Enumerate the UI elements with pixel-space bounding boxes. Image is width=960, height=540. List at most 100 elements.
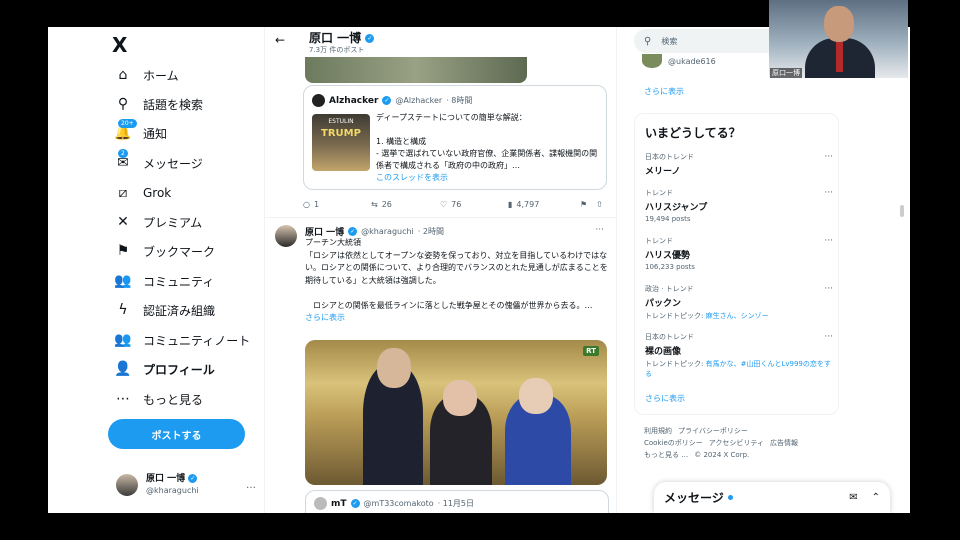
- sidebar-item-home[interactable]: ⌂ ホーム: [112, 63, 179, 87]
- trend-meta: 19,494 posts: [645, 215, 833, 223]
- sidebar-item-x-premium[interactable]: ✕ プレミアム: [112, 210, 202, 234]
- messages-drawer[interactable]: メッセージ ✉ ⌃: [654, 482, 890, 513]
- trend-more-icon[interactable]: ···: [824, 236, 833, 246]
- verified-badge-icon: ✓: [365, 34, 375, 43]
- notification-badge: 2: [118, 149, 128, 158]
- repost-count: 26: [381, 200, 392, 209]
- sidebar-item-label: 認証済み組織: [143, 303, 216, 318]
- sidebar-item-label: 話題を検索: [143, 97, 204, 112]
- person-face: [519, 378, 553, 414]
- trend-more-icon[interactable]: ···: [824, 152, 833, 162]
- repost-icon: ⇆: [371, 200, 378, 209]
- book-cover-image: ESTULIN TRUMP: [312, 114, 370, 171]
- rt-logo: RT: [583, 346, 599, 356]
- footer-link[interactable]: プライバシーポリシー: [678, 427, 748, 435]
- footer-link[interactable]: 広告情報: [770, 439, 798, 447]
- trend-item[interactable]: トレンド ハリスジャンプ 19,494 posts ···: [645, 188, 833, 223]
- post-actions: ○ 1 ⇆ 26 ♡ 76 ▮ 4,797 ⚑ ⇧: [303, 200, 607, 209]
- sidebar-item-bookmark[interactable]: ⚑ ブックマーク: [112, 239, 215, 263]
- show-thread-link[interactable]: このスレッドを表示: [376, 173, 448, 182]
- trend-context: 日本のトレンド: [645, 333, 694, 341]
- notification-badge: 20+: [118, 119, 137, 128]
- post-more-icon[interactable]: ···: [595, 225, 604, 235]
- show-more-link[interactable]: さらに表示: [305, 313, 345, 322]
- x-logo-icon[interactable]: X: [112, 33, 127, 57]
- verified-badge-icon: ✓: [350, 499, 360, 508]
- profile-icon: 👤: [114, 361, 132, 377]
- quoted-post[interactable]: mT ✓ @mT33comakoto · 11月5日: [305, 490, 609, 513]
- trend-more-icon[interactable]: ···: [824, 188, 833, 198]
- quoted-post[interactable]: Alzhacker ✓ @Alzhacker · 8時間 ESTULIN TRU…: [303, 85, 607, 190]
- profile-header: ← 原口 一博 ✓ 7.3万 件のポスト: [265, 27, 616, 57]
- timeline-column: ← 原口 一博 ✓ 7.3万 件のポスト Alzhacker ✓ @Alzhac…: [264, 27, 617, 513]
- trend-meta: トレンドトピック: 有馬かな、#山田くんとLv999の恋をする: [645, 359, 833, 379]
- communities-icon: 👥: [114, 273, 132, 289]
- show-more-link[interactable]: さらに表示: [644, 86, 684, 97]
- views-button[interactable]: ▮ 4,797: [508, 200, 580, 209]
- sidebar-item-communities[interactable]: 👥 コミュニティ: [112, 269, 214, 293]
- sidebar-item-profile[interactable]: 👤 プロフィール: [112, 357, 214, 381]
- sidebar-item-search[interactable]: ⚲ 話題を検索: [112, 92, 203, 116]
- suggested-handle: @ukade616: [668, 56, 716, 66]
- footer-link[interactable]: アクセシビリティ: [709, 439, 764, 447]
- trend-more-icon[interactable]: ···: [824, 284, 833, 294]
- sidebar-item-lightning[interactable]: ϟ 認証済み組織: [112, 298, 215, 322]
- trend-name: ハリス優勢: [645, 251, 691, 261]
- new-message-icon[interactable]: ✉: [849, 492, 857, 503]
- verified-badge-icon: ✓: [348, 227, 358, 236]
- footer-link[interactable]: 利用規約: [644, 427, 672, 435]
- bell-icon: 🔔 20+: [112, 119, 137, 141]
- trend-name: メリーノ: [645, 167, 681, 177]
- sidebar-item-bell[interactable]: 🔔 20+ 通知: [112, 119, 167, 145]
- mail-icon: ✉ 2: [117, 149, 129, 171]
- like-button[interactable]: ♡ 76: [440, 200, 508, 209]
- trend-item[interactable]: 政治 · トレンド パックン トレンドトピック: 麻生さん、シンゾー ···: [645, 284, 833, 321]
- trend-topics[interactable]: 麻生さん、シンゾー: [706, 312, 769, 320]
- reply-button[interactable]: ○ 1: [303, 200, 371, 209]
- sidebar-item-grok[interactable]: ⧄ Grok: [112, 181, 172, 205]
- footer-link[interactable]: もっと見る …: [644, 451, 688, 459]
- search-icon: ⚲: [644, 35, 652, 47]
- trend-item[interactable]: 日本のトレンド 裸の画像 トレンドトピック: 有馬かな、#山田くんとLv999の恋を…: [645, 332, 833, 379]
- lightning-icon: ϟ: [118, 302, 128, 318]
- trend-more-icon[interactable]: ···: [824, 332, 833, 342]
- messages-title: メッセージ: [664, 491, 724, 505]
- community-notes-icon: 👥: [114, 332, 132, 348]
- sidebar-item-community-notes[interactable]: 👥 コミュニティノート: [112, 328, 250, 352]
- scrollbar[interactable]: [900, 205, 904, 217]
- trend-item[interactable]: トレンド ハリス優勢 106,233 posts ···: [645, 236, 833, 271]
- post-video[interactable]: RT: [305, 340, 607, 485]
- trends-show-more[interactable]: さらに表示: [645, 393, 685, 404]
- reply-icon: ○: [303, 200, 310, 209]
- back-arrow-icon[interactable]: ←: [275, 33, 285, 47]
- page-title: 原口 一博 ✓: [309, 29, 375, 46]
- post-time[interactable]: · 2時間: [418, 226, 444, 237]
- verified-badge-icon: ✓: [382, 96, 392, 105]
- person-face: [377, 348, 411, 388]
- more-icon[interactable]: …: [246, 480, 256, 491]
- sidebar-item-more-circle[interactable]: ⋯ もっと見る: [112, 387, 203, 411]
- account-switcher[interactable]: 原口 一博 ✓ @kharaguchi …: [116, 473, 256, 497]
- heart-icon: ♡: [440, 200, 448, 209]
- sidebar-item-label: プレミアム: [143, 215, 203, 230]
- profile-name: 原口 一博: [309, 31, 362, 45]
- avatar: [642, 54, 662, 68]
- person-face: [824, 6, 854, 42]
- post-button[interactable]: ポストする: [108, 419, 245, 449]
- trend-meta: トレンドトピック: 麻生さん、シンゾー: [645, 311, 833, 321]
- x-app-window: X ⌂ ホーム ⚲ 話題を検索 🔔 20+ 通知 ✉ 2 メッセージ ⧄ Grok ✕ プレミアム ⚑ ブック…: [48, 27, 910, 513]
- sidebar-item-mail[interactable]: ✉ 2 メッセージ: [112, 149, 203, 175]
- previous-post-image[interactable]: [305, 57, 527, 83]
- webcam-overlay: 原口一博: [769, 0, 908, 78]
- repost-button[interactable]: ⇆ 26: [371, 200, 440, 209]
- expand-up-icon[interactable]: ⌃: [872, 492, 880, 503]
- footer-link[interactable]: Cookieのポリシー: [644, 439, 703, 447]
- views-count: 4,797: [516, 200, 540, 209]
- bookmark-button[interactable]: ⚑: [580, 200, 596, 209]
- avatar[interactable]: [275, 225, 297, 247]
- trend-posts: トレンドトピック:: [645, 360, 706, 368]
- trend-posts: トレンドトピック:: [645, 312, 706, 320]
- share-button[interactable]: ⇧: [596, 200, 603, 209]
- trend-item[interactable]: 日本のトレンド メリーノ ···: [645, 152, 833, 177]
- avatar: [116, 474, 138, 496]
